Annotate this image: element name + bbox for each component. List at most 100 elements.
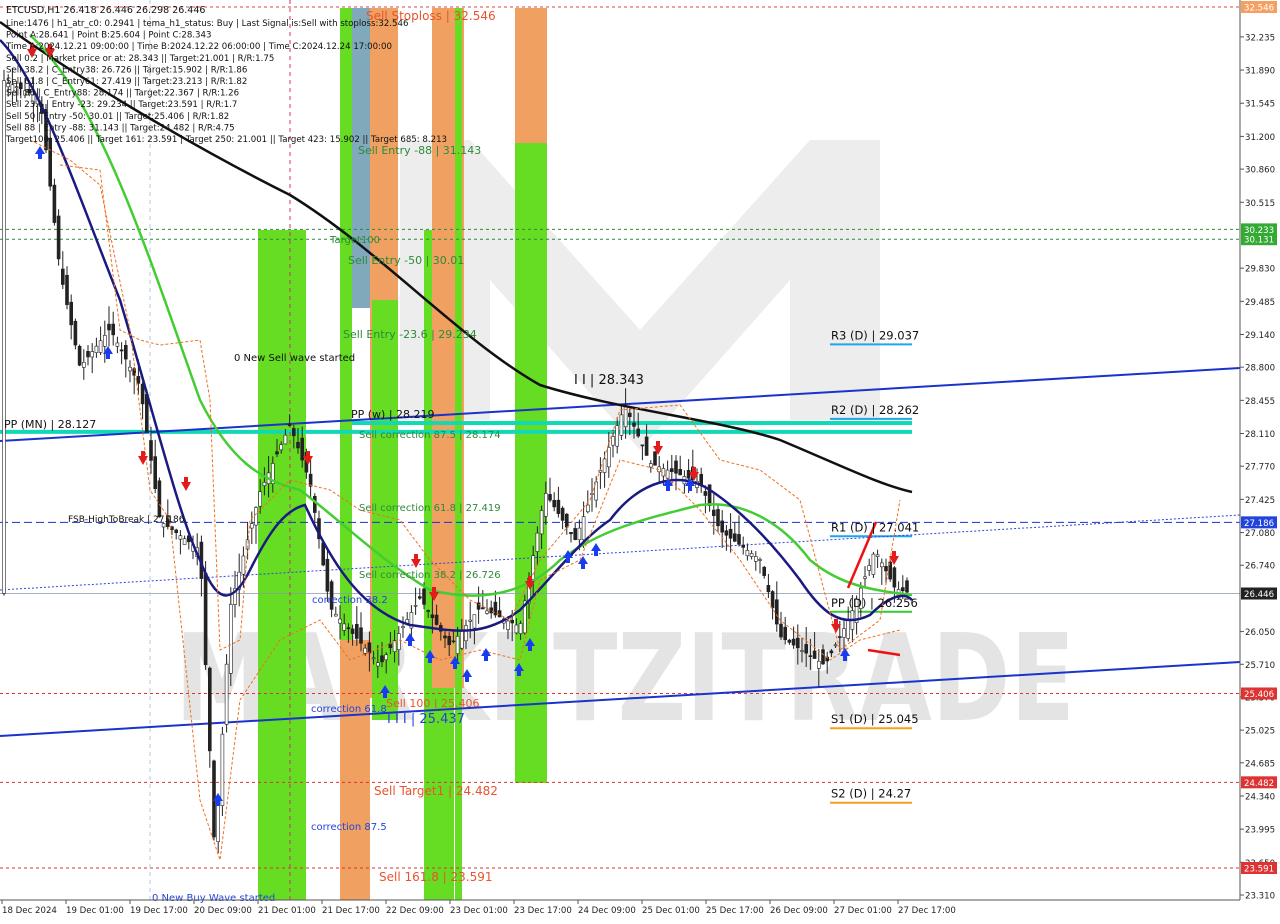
info-line: Target100: 25.406 || Target 161: 23.591 … — [5, 135, 447, 145]
annotation-label: Sell Entry -50 | 30.01 — [348, 254, 464, 267]
candle-body — [69, 301, 73, 326]
annotation-label: Sell correction 61.8 | 27.419 — [359, 503, 501, 514]
candle-body — [606, 447, 611, 468]
candle-body — [577, 527, 582, 541]
candle-body — [77, 345, 82, 366]
x-tick-label: 27 Dec 01:00 — [834, 906, 892, 916]
candle-body — [837, 636, 842, 638]
candle-body — [724, 530, 729, 536]
candle-body — [90, 351, 94, 358]
zone-block — [258, 230, 306, 900]
candle-body — [653, 451, 657, 466]
y-tick-label: 27.080 — [1245, 529, 1275, 539]
candle-body — [229, 604, 233, 674]
candle-body — [216, 803, 220, 843]
candle-body — [279, 444, 284, 451]
candle-body — [321, 542, 326, 566]
x-tick-label: 21 Dec 01:00 — [258, 906, 316, 916]
info-line: Sell 0.2 | Market price or at: 28.343 ||… — [6, 54, 274, 64]
candle-body — [413, 605, 418, 607]
x-tick-label: 23 Dec 17:00 — [514, 906, 572, 916]
info-line: Point A:28.641 | Point B:25.604 | Point … — [6, 31, 211, 41]
y-tick-label: 24.685 — [1245, 759, 1275, 769]
daily-level-label: R3 (D) | 29.037 — [831, 328, 919, 342]
candle-body — [220, 733, 225, 806]
candle-body — [98, 340, 103, 353]
candle-body — [539, 510, 544, 535]
y-tick-label: 32.235 — [1245, 33, 1275, 43]
candle-body — [380, 655, 384, 663]
candle-body — [434, 614, 439, 625]
y-tick-label: 25.710 — [1245, 661, 1275, 671]
candle-body — [157, 480, 162, 518]
candle-body — [396, 633, 401, 651]
annotation-label: I I | 28.343 — [574, 373, 644, 388]
candle-body — [464, 625, 468, 642]
price-chart: MARKETZITRADE Sell Stoploss | 32.546Sell… — [0, 0, 1280, 920]
daily-level-label: PP (D) | 26.256 — [831, 596, 918, 610]
y-tick-label: 26.740 — [1245, 562, 1275, 572]
y-tick-label: 29.485 — [1245, 298, 1275, 308]
annotation-label: Sell Target1 | 24.482 — [374, 784, 498, 798]
y-tick-label: 23.310 — [1245, 892, 1275, 902]
candle-body — [359, 627, 363, 644]
candle-body — [208, 667, 212, 752]
annotation-label: correction 61.8 — [311, 704, 387, 715]
zone-block — [340, 640, 370, 900]
candle-body — [678, 469, 683, 476]
info-line: Time A:2024.12.21 09:00:00 | Time B:2024… — [5, 42, 392, 52]
y-tick-label: 24.340 — [1245, 792, 1275, 802]
candle-body — [115, 342, 120, 347]
y-tick-label: 27.425 — [1245, 496, 1275, 506]
candle-body — [863, 576, 867, 579]
daily-level-label: S2 (D) | 24.27 — [831, 787, 911, 801]
y-tick-label: 29.830 — [1245, 265, 1275, 275]
candle-body — [804, 644, 809, 654]
candle-body — [552, 499, 557, 508]
zone-block — [455, 8, 462, 900]
price-tag-label: 26.446 — [1244, 590, 1274, 600]
candle-body — [354, 624, 359, 639]
price-tag-label: 32.546 — [1244, 4, 1274, 14]
candle-body — [573, 528, 578, 540]
candle-body — [275, 451, 279, 455]
candle-body — [149, 440, 153, 461]
annotation-label: Target100 — [329, 235, 380, 246]
candle-body — [124, 345, 128, 360]
candle-body — [766, 585, 771, 593]
y-tick-label: 28.800 — [1245, 364, 1275, 374]
candle-body — [224, 663, 229, 725]
candle-body — [468, 619, 473, 622]
candle-body — [779, 623, 783, 638]
candle-body — [728, 528, 733, 539]
candle-body — [254, 507, 258, 526]
candle-body — [711, 509, 716, 517]
candle-body — [548, 494, 552, 501]
candle-body — [65, 274, 69, 305]
annotation-label: 0 New Sell wave started — [234, 353, 355, 364]
y-tick-label: 30.860 — [1245, 166, 1275, 176]
candle-body — [636, 428, 641, 437]
candle-body — [128, 366, 132, 372]
candle-body — [338, 618, 342, 624]
candle-body — [900, 587, 905, 592]
daily-level-label: R1 (D) | 27.041 — [831, 520, 919, 534]
candle-body — [879, 562, 884, 568]
info-line: Sell 88 | C_Entry88: 28.174 || Target:22… — [6, 89, 239, 99]
candle-body — [556, 499, 561, 514]
candle-body — [82, 361, 86, 368]
annotation-label: Sell 100 | 25.406 — [386, 697, 480, 710]
candle-body — [312, 495, 317, 513]
candle-body — [787, 639, 792, 643]
candle-body — [73, 320, 78, 346]
annotation-label: PP (w) | 28.219 — [351, 408, 435, 421]
info-line: Sell 50 | Entry -50: 30.01 || Target:25.… — [6, 112, 229, 122]
daily-level-label: R2 (D) | 28.262 — [831, 403, 919, 417]
candle-body — [758, 559, 762, 561]
candle-body — [283, 434, 288, 445]
annotation-label: 0 New Buy Wave started — [152, 893, 275, 904]
candle-body — [905, 580, 909, 593]
y-tick-label: 25.025 — [1245, 727, 1275, 737]
x-tick-label: 19 Dec 01:00 — [66, 906, 124, 916]
y-tick-label: 28.110 — [1245, 430, 1275, 440]
